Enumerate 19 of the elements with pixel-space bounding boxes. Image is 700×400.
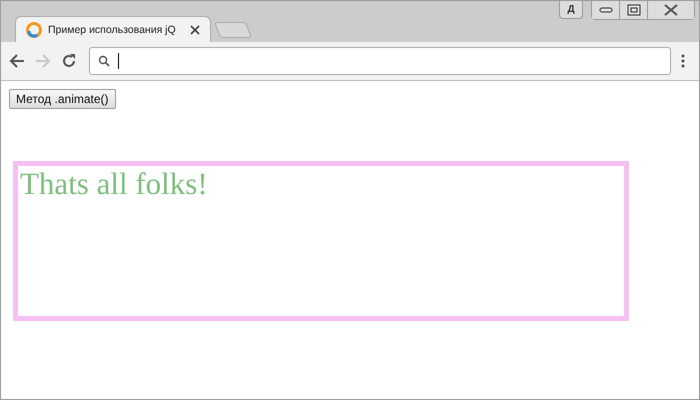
maximize-button[interactable] (620, 1, 648, 19)
tab-title: Пример использования jQ (48, 24, 177, 36)
profile-button[interactable]: Д (559, 1, 583, 19)
minimize-button[interactable] (592, 1, 620, 19)
close-icon[interactable] (190, 24, 200, 34)
minimize-icon (598, 7, 612, 13)
address-field[interactable] (89, 47, 671, 75)
reload-icon[interactable] (61, 53, 77, 69)
maximize-icon (626, 4, 640, 16)
search-icon (98, 55, 110, 67)
text-cursor (118, 53, 119, 69)
box-text: Thats all folks! (19, 166, 208, 201)
favicon-icon (26, 22, 42, 38)
back-icon[interactable] (9, 53, 25, 69)
menu-icon[interactable] (681, 54, 685, 68)
close-icon (663, 4, 679, 16)
animate-button[interactable]: Метод .animate() (9, 89, 116, 109)
browser-tab[interactable]: Пример использования jQ (15, 16, 211, 42)
close-button[interactable] (648, 1, 694, 19)
